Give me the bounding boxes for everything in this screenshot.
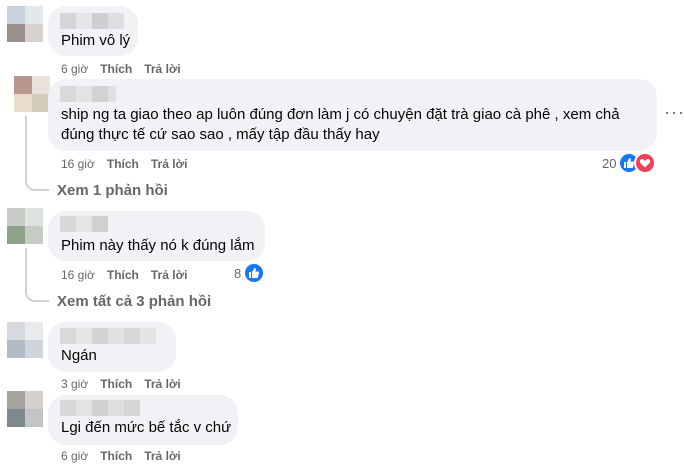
author-name-blurred[interactable] [60,13,130,29]
reply-button[interactable]: Trả lời [144,62,181,76]
avatar[interactable] [7,6,43,42]
thread-branch [25,172,49,191]
thread-line [25,248,27,283]
timestamp[interactable]: 6 giờ [61,62,88,76]
like-button[interactable]: Thích [107,157,139,171]
comment-text-line-1: ship ng ta giao theo ap luôn đúng đơn là… [61,106,620,123]
author-name-blurred[interactable] [60,216,110,232]
timestamp[interactable]: 3 giờ [61,377,88,391]
reaction-count: 20 [602,155,617,171]
reaction-summary[interactable]: 8 [234,262,266,284]
comment-text: Phim vô lý [61,32,131,49]
avatar[interactable] [14,76,50,112]
thread-branch [25,283,49,302]
like-button[interactable]: Thích [107,268,139,282]
comment-text: Phim này thấy nó k đúng lắm [61,237,255,254]
comment-meta: 6 giờ Thích Trả lời [61,61,181,77]
timestamp[interactable]: 6 giờ [61,449,88,463]
timestamp[interactable]: 16 giờ [61,268,95,282]
reply-button[interactable]: Trả lời [144,377,181,391]
view-replies-link[interactable]: Xem 1 phản hồi [57,182,168,199]
timestamp[interactable]: 16 giờ [61,157,95,171]
like-button[interactable]: Thích [100,449,132,463]
avatar[interactable] [7,391,43,427]
like-button[interactable]: Thích [100,62,132,76]
reaction-summary[interactable]: 20 [602,152,657,174]
reaction-count: 8 [234,265,242,281]
comment-meta: 3 giờ Thích Trả lời [61,376,181,392]
comment-meta: 6 giờ Thích Trả lời [61,448,181,464]
avatar[interactable] [7,208,43,244]
comment-text-line-2: đúng thực tế cứ sao sao , mấy tập đầu th… [61,126,380,143]
view-replies-link[interactable]: Xem tất cả 3 phản hồi [57,293,211,310]
more-options-icon[interactable]: ··· [664,102,684,123]
comment-text: Ngán [61,347,97,364]
author-name-blurred[interactable] [60,328,170,344]
reply-button[interactable]: Trả lời [151,157,188,171]
author-name-blurred[interactable] [60,400,140,416]
like-button[interactable]: Thích [100,377,132,391]
like-reaction-icon [243,262,266,284]
thread-line [25,116,27,172]
comment-meta: 16 giờ Thích Trả lời [61,267,187,283]
love-reaction-icon [634,152,657,174]
author-name-blurred[interactable] [60,86,116,102]
reply-button[interactable]: Trả lời [144,449,181,463]
reply-button[interactable]: Trả lời [151,268,188,282]
comment-text: Lgi đến mức bế tắc v chứ [61,419,232,436]
avatar[interactable] [7,322,43,358]
comment-meta: 16 giờ Thích Trả lời [61,156,187,172]
